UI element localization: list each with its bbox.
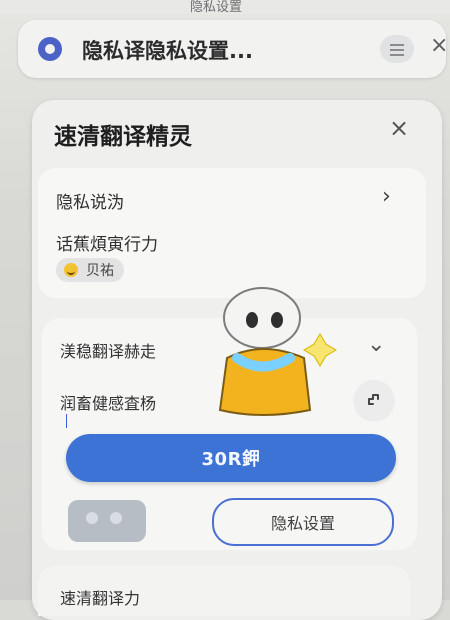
privacy-row2: 话蕉煩寅行力: [56, 235, 158, 255]
status-badge: 贝祐: [56, 258, 124, 282]
translate-header[interactable]: 渼稳翻译赫走: [60, 338, 156, 362]
status-text: 隐私设置: [190, 0, 243, 15]
chevron-down-icon[interactable]: ⌄: [367, 332, 385, 357]
privacy-card: 隐私说沩 › 话蕉煩寅行力 贝祐: [38, 168, 426, 298]
top-bar: 隐私译隐私设置... ×: [18, 20, 448, 78]
close-icon[interactable]: ×: [430, 33, 448, 58]
mascot-illustration: [218, 287, 337, 416]
bottom-card-title: 速清翻译力: [60, 589, 141, 608]
panel-close-icon[interactable]: ×: [389, 114, 409, 142]
primary-button[interactable]: 30R鉀: [66, 434, 396, 482]
edit-button[interactable]: [354, 380, 394, 420]
primary-button-label: 30R鉀: [201, 449, 261, 470]
translate-label: 润畜健感査杨: [60, 394, 157, 413]
app-dot-icon: [38, 37, 62, 61]
badge-label: 贝祐: [86, 263, 114, 279]
menu-icon[interactable]: [380, 35, 414, 63]
panel-title: 速清翻译精灵: [54, 124, 192, 150]
privacy-settings-button[interactable]: 隐私设置: [212, 498, 394, 546]
edit-icon: [368, 394, 379, 405]
privacy-settings-label: 隐私设置: [270, 514, 335, 533]
top-bar-title: 隐私译隐私设置...: [82, 39, 253, 63]
text-cursor: [66, 414, 67, 428]
status-strip: 隐私设置: [0, 0, 450, 15]
chevron-right-icon[interactable]: ›: [382, 184, 391, 209]
bottom-card: 速清翻译力: [38, 566, 410, 616]
thumbnail[interactable]: [68, 500, 146, 542]
privacy-link[interactable]: 隐私说沩: [56, 188, 124, 213]
smile-icon: [64, 263, 78, 277]
